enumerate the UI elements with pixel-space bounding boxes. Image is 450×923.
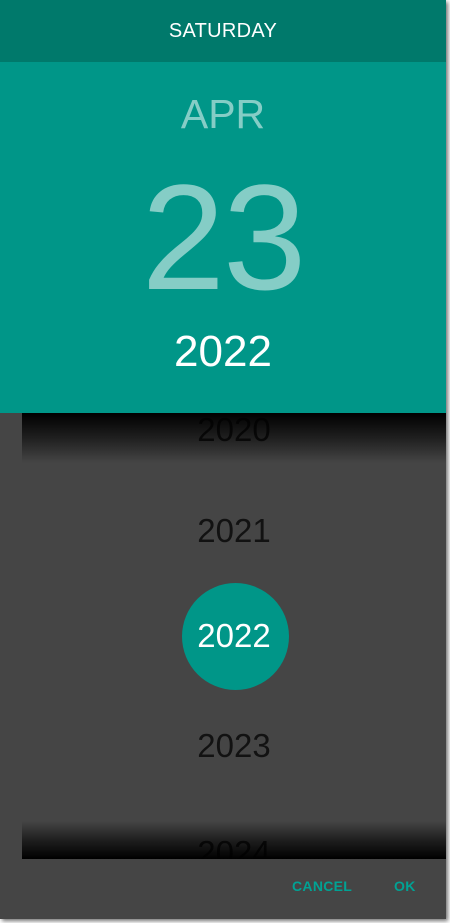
cancel-button[interactable]: CANCEL	[284, 872, 360, 900]
year-item-label: 2024	[197, 834, 271, 859]
year-item-label: 2020	[197, 413, 271, 448]
year-item-label: 2023	[197, 727, 271, 764]
year-item-2021[interactable]: 2021	[22, 478, 446, 584]
ok-button[interactable]: OK	[386, 872, 424, 900]
year-item-label: 2021	[197, 512, 271, 549]
year-item-2024[interactable]: 2024	[22, 800, 446, 859]
year-item-2022-selected[interactable]: 2022	[22, 583, 446, 690]
year-item-2020[interactable]: 2020	[22, 413, 446, 483]
selected-month[interactable]: APR	[0, 94, 446, 135]
selected-date-header: APR 23 2022	[0, 62, 446, 413]
dialog-actions: CANCEL OK	[0, 859, 446, 919]
screen: SATURDAY APR 23 2022 2020 2021 2022 2023	[0, 0, 450, 923]
selected-year[interactable]: 2022	[0, 330, 446, 374]
day-of-week-bar: SATURDAY	[0, 0, 446, 62]
date-picker-dialog: SATURDAY APR 23 2022 2020 2021 2022 2023	[0, 0, 446, 919]
year-list[interactable]: 2020 2021 2022 2023 2024	[22, 413, 446, 859]
selected-day[interactable]: 23	[0, 162, 446, 312]
year-item-2023[interactable]: 2023	[22, 693, 446, 799]
year-item-label: 2022	[197, 617, 271, 654]
day-of-week-label: SATURDAY	[168, 19, 278, 42]
